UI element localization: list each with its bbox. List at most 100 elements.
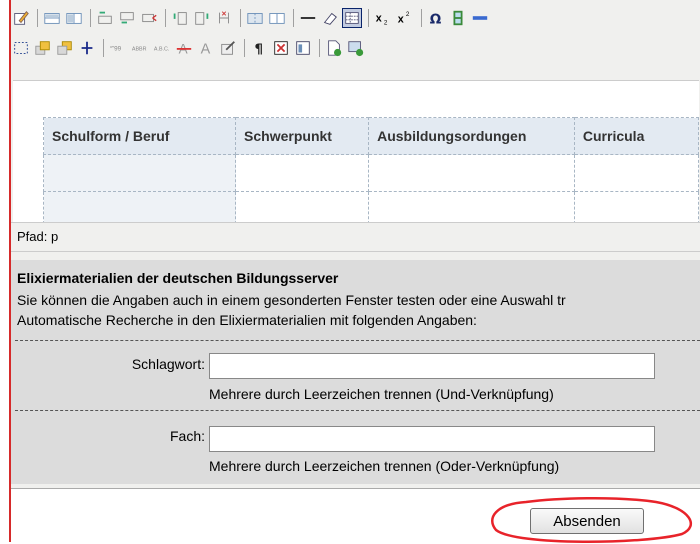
abbr-icon: ABBR: [131, 39, 149, 57]
select-box-button[interactable]: [11, 38, 31, 58]
table-col-button[interactable]: [64, 8, 84, 28]
layer-backward-icon: [56, 39, 74, 57]
svg-text:“”99: “”99: [110, 46, 122, 53]
toolbar-separator: [293, 9, 294, 27]
table-header-cell[interactable]: Schwerpunkt: [235, 117, 370, 155]
table-cell[interactable]: [573, 154, 699, 192]
svg-text:x: x: [376, 13, 382, 25]
select-box-icon: [12, 39, 30, 57]
subscript-button[interactable]: x2: [373, 8, 393, 28]
table-row: [42, 191, 699, 223]
visual-aid-button[interactable]: [342, 8, 362, 28]
eraser-button[interactable]: [320, 8, 340, 28]
table-cell[interactable]: [573, 191, 699, 223]
svg-text:¶: ¶: [255, 41, 264, 57]
font-color-icon: A: [197, 39, 215, 57]
element-path: Pfad: p: [17, 229, 59, 244]
editor-statusbar: Pfad: p: [11, 222, 700, 252]
merge-cells-button[interactable]: [245, 8, 265, 28]
svg-text:A.B.C.: A.B.C.: [154, 47, 170, 53]
insert-row-before-button[interactable]: [95, 8, 115, 28]
fach-label: Fach:: [169, 428, 205, 444]
table-cell[interactable]: [42, 154, 237, 192]
content-table[interactable]: Schulform / Beruf Schwerpunkt Ausbildung…: [42, 117, 699, 223]
new-document-icon: [325, 39, 343, 57]
schlagwort-hint: Mehrere durch Leerzeichen trennen (Und-V…: [209, 386, 554, 402]
horizontal-rule-icon: [299, 9, 317, 27]
panel-description: Sie können die Angaben auch in einem ges…: [17, 292, 566, 308]
new-document-button[interactable]: [324, 38, 344, 58]
strikethrough-button[interactable]: A: [174, 38, 194, 58]
fach-input[interactable]: [209, 426, 655, 452]
table-row-button[interactable]: [42, 8, 62, 28]
insert-col-before-icon: [171, 9, 189, 27]
toolbar-separator: [90, 9, 91, 27]
insert-col-after-button[interactable]: [192, 8, 212, 28]
more-button[interactable]: [470, 8, 490, 28]
panel-title: Elixiermaterialien der deutschen Bildung…: [17, 270, 339, 286]
fach-hint: Mehrere durch Leerzeichen trennen (Oder-…: [209, 458, 560, 474]
toolbar-separator: [165, 9, 166, 27]
schlagwort-input[interactable]: [209, 353, 655, 379]
font-color-button[interactable]: A: [196, 38, 216, 58]
elixier-search-panel: Elixiermaterialien der deutschen Bildung…: [11, 260, 700, 484]
special-char-button[interactable]: Ω: [426, 8, 446, 28]
horizontal-rule-button[interactable]: [298, 8, 318, 28]
toolbar-separator: [240, 9, 241, 27]
table-cell[interactable]: [368, 154, 575, 192]
editor-toolbar-row-2: “”99 ABBR A.B.C. A A ¶: [11, 34, 700, 62]
divider: [15, 410, 700, 411]
subscript-icon: x2: [374, 9, 392, 27]
insert-col-before-button[interactable]: [170, 8, 190, 28]
toolbar-separator: [244, 39, 245, 57]
schlagwort-label: Schlagwort:: [131, 356, 205, 372]
eraser-icon: [321, 9, 339, 27]
layer-forward-button[interactable]: [33, 38, 53, 58]
delete-col-button[interactable]: [214, 8, 234, 28]
toolbar-separator: [368, 9, 369, 27]
template-button[interactable]: [293, 38, 313, 58]
layer-backward-button[interactable]: [55, 38, 75, 58]
absolute-button[interactable]: [77, 38, 97, 58]
cite-button[interactable]: “”99: [108, 38, 128, 58]
strikethrough-icon: A: [175, 39, 193, 57]
insert-image-button[interactable]: [346, 38, 366, 58]
table-header-cell[interactable]: Schulform / Beruf: [42, 117, 237, 155]
table-header-cell[interactable]: Curricula: [573, 117, 699, 155]
absolute-icon: [78, 39, 96, 57]
table-cell[interactable]: [42, 191, 237, 223]
insert-row-before-icon: [96, 9, 114, 27]
delete-col-icon: [215, 9, 233, 27]
delete-row-button[interactable]: [139, 8, 159, 28]
superscript-icon: x2: [396, 9, 414, 27]
svg-text:A: A: [201, 41, 211, 57]
insert-row-after-button[interactable]: [117, 8, 137, 28]
insert-col-after-icon: [193, 9, 211, 27]
pilcrow-button[interactable]: ¶: [249, 38, 269, 58]
abbr-button[interactable]: ABBR: [130, 38, 150, 58]
attributes-button[interactable]: [218, 38, 238, 58]
table-cell[interactable]: [368, 191, 575, 223]
toolbar-separator: [37, 9, 38, 27]
cite-icon: “”99: [109, 39, 127, 57]
merge-cells-icon: [246, 9, 264, 27]
table-header-cell[interactable]: Ausbildungsordungen: [368, 117, 575, 155]
delete-row-icon: [140, 9, 158, 27]
edit-icon: [12, 9, 30, 27]
submit-button[interactable]: Absenden: [530, 508, 644, 534]
nonbreaking-button[interactable]: [271, 38, 291, 58]
table-row: [42, 154, 699, 192]
insert-row-after-icon: [118, 9, 136, 27]
editor-content-area[interactable]: Schulform / Beruf Schwerpunkt Ausbildung…: [13, 80, 699, 223]
attributes-icon: [219, 39, 237, 57]
split-cells-button[interactable]: [267, 8, 287, 28]
edit-button[interactable]: [11, 8, 31, 28]
media-icon: [449, 9, 467, 27]
table-cell[interactable]: [235, 191, 370, 223]
superscript-button[interactable]: x2: [395, 8, 415, 28]
table-header-row: Schulform / Beruf Schwerpunkt Ausbildung…: [42, 117, 699, 155]
media-button[interactable]: [448, 8, 468, 28]
panel-instruction: Automatische Recherche in den Elixiermat…: [17, 312, 477, 328]
acronym-button[interactable]: A.B.C.: [152, 38, 172, 58]
table-cell[interactable]: [235, 154, 370, 192]
